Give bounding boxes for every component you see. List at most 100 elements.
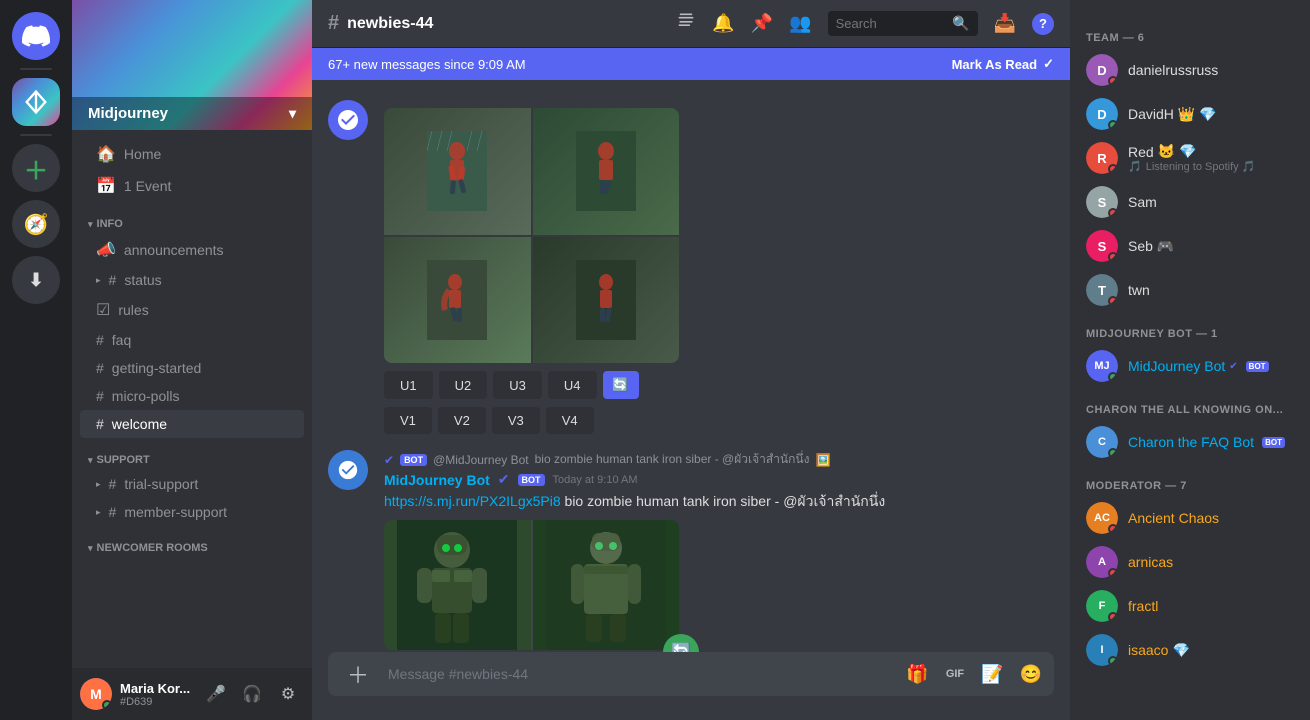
search-input[interactable] xyxy=(836,16,947,31)
message-link[interactable]: https://s.mj.run/PX2ILgx5Pi8 xyxy=(384,493,561,509)
category-charon: CHARON THE ALL KNOWING ON... xyxy=(1078,388,1302,420)
member-info-twn: twn xyxy=(1128,282,1150,298)
member-info-seb: Seb 🎮 xyxy=(1128,238,1174,255)
member-mj-bot[interactable]: MJ MidJourney Bot ✔ BOT xyxy=(1078,344,1302,388)
image-cell-3 xyxy=(384,237,531,364)
bot-avatar-2 xyxy=(328,450,368,490)
v1-button[interactable]: V1 xyxy=(384,407,432,434)
nav-event[interactable]: 📅 1 Event xyxy=(80,170,304,202)
channel-micro-polls[interactable]: # micro-polls xyxy=(80,382,304,410)
section-arrow-info: ▾ xyxy=(88,219,93,230)
v3-button[interactable]: V3 xyxy=(492,407,540,434)
channel-status[interactable]: ▸ # status xyxy=(80,266,304,294)
member-avatar-charon: C xyxy=(1086,426,1118,458)
help-icon[interactable]: ? xyxy=(1032,13,1054,35)
channel-getting-started[interactable]: # getting-started xyxy=(80,354,304,382)
section-support[interactable]: ▾ SUPPORT xyxy=(72,438,312,470)
download-button[interactable]: ⬇ xyxy=(12,256,60,304)
member-danielrussruss[interactable]: D danielrussruss xyxy=(1078,48,1302,92)
u4-button[interactable]: U4 xyxy=(548,371,597,399)
zombie-cell-1 xyxy=(384,520,531,650)
bot-label: BOT xyxy=(400,454,427,466)
header-icons: 🔔 📌 👥 🔍 📥 ? xyxy=(676,11,1054,36)
member-isaaco[interactable]: I isaaco 💎 xyxy=(1078,628,1302,672)
member-name-isaaco: isaaco xyxy=(1128,642,1168,658)
member-sam[interactable]: S Sam xyxy=(1078,180,1302,224)
member-name-danielrussruss: danielrussruss xyxy=(1128,62,1218,78)
channel-trial-support[interactable]: ▸ # trial-support xyxy=(80,470,304,498)
server-name: Midjourney xyxy=(88,105,168,122)
channel-faq[interactable]: # faq xyxy=(80,326,304,354)
mj-bot-tag: BOT xyxy=(1246,361,1269,372)
gift-button[interactable]: 🎁 xyxy=(902,660,932,689)
member-seb[interactable]: S Seb 🎮 xyxy=(1078,224,1302,268)
mark-as-read-button[interactable]: Mark As Read ✓ xyxy=(952,56,1054,72)
member-avatar-danielrussruss: D xyxy=(1086,54,1118,86)
spotify-icon: 🎵 xyxy=(1128,160,1142,173)
midjourney-server-icon[interactable] xyxy=(12,78,60,126)
member-fractl[interactable]: F fractl xyxy=(1078,584,1302,628)
explore-button[interactable]: 🧭 xyxy=(12,200,60,248)
collapse-arrow-trial: ▸ xyxy=(96,479,101,490)
gif-button[interactable]: GIF xyxy=(941,665,969,683)
server-dropdown-icon[interactable]: ▾ xyxy=(289,105,296,122)
member-davidh[interactable]: D DavidH 👑 💎 xyxy=(1078,92,1302,136)
emoji-button[interactable]: 😊 xyxy=(1016,660,1046,689)
section-arrow-newcomer: ▾ xyxy=(88,543,93,554)
server-header[interactable]: Midjourney ▾ xyxy=(72,0,312,130)
hash-icon-status: # xyxy=(109,272,117,288)
member-ancient-chaos[interactable]: AC Ancient Chaos xyxy=(1078,496,1302,540)
u2-button[interactable]: U2 xyxy=(439,371,488,399)
v4-button[interactable]: V4 xyxy=(546,407,594,434)
variation-buttons: V1 V2 V3 V4 xyxy=(384,407,1054,434)
inbox-icon[interactable]: 📥 xyxy=(994,13,1016,34)
announcement-icon: 📣 xyxy=(96,240,116,260)
bot-badge-2: BOT xyxy=(518,474,545,486)
isaaco-badges: 💎 xyxy=(1172,642,1189,659)
refresh-button[interactable]: 🔄 xyxy=(603,371,639,399)
channel-announcements[interactable]: 📣 announcements xyxy=(80,234,304,266)
threads-icon[interactable] xyxy=(676,11,696,36)
add-attachment-button[interactable]: ＋ xyxy=(336,652,380,696)
image-icon: 🖼️ xyxy=(815,453,830,467)
channel-welcome[interactable]: # welcome xyxy=(80,410,304,438)
user-info: Maria Kor... #D639 xyxy=(120,681,192,708)
check-icon-rules: ☑ xyxy=(96,300,110,320)
new-messages-bar[interactable]: 67+ new messages since 9:09 AM Mark As R… xyxy=(312,48,1070,80)
message-text-2: https://s.mj.run/PX2ILgx5Pi8 bio zombie … xyxy=(384,492,1054,512)
member-arnicas[interactable]: A arnicas xyxy=(1078,540,1302,584)
section-newcomer-rooms[interactable]: ▾ NEWCOMER ROOMS xyxy=(72,526,312,558)
member-name-sam: Sam xyxy=(1128,194,1157,210)
u3-button[interactable]: U3 xyxy=(493,371,542,399)
member-twn[interactable]: T twn xyxy=(1078,268,1302,312)
member-name-fractl: fractl xyxy=(1128,598,1158,614)
member-name-davidh: DavidH xyxy=(1128,106,1174,122)
main-chat: # newbies-44 🔔 📌 👥 🔍 📥 ? 67+ new message… xyxy=(312,0,1070,720)
upscale-buttons: U1 U2 U3 U4 🔄 xyxy=(384,371,1054,399)
message-input[interactable] xyxy=(388,654,894,694)
u1-button[interactable]: U1 xyxy=(384,371,433,399)
channel-rules[interactable]: ☑ rules xyxy=(80,294,304,326)
pin-icon[interactable]: 📌 xyxy=(751,13,773,34)
member-red[interactable]: R Red 🐱 💎 🎵 Listening to Spotify 🎵 xyxy=(1078,136,1302,180)
sticker-button[interactable]: 📝 xyxy=(977,660,1007,689)
message-content-2: ✔ BOT @MidJourney Bot bio zombie human t… xyxy=(384,450,1054,650)
user-avatar: M xyxy=(80,678,112,710)
add-server-button[interactable]: ＋ xyxy=(12,144,60,192)
member-info-ancient-chaos: Ancient Chaos xyxy=(1128,510,1219,526)
nav-home[interactable]: 🏠 Home xyxy=(80,138,304,170)
settings-button[interactable]: ⚙ xyxy=(272,678,304,710)
channel-member-support[interactable]: ▸ # member-support xyxy=(80,498,304,526)
v2-button[interactable]: V2 xyxy=(438,407,486,434)
deafen-button[interactable]: 🎧 xyxy=(236,678,268,710)
message-content-1: U1 U2 U3 U4 🔄 V1 V2 V3 V4 xyxy=(384,100,1054,434)
search-bar: 🔍 xyxy=(828,11,978,36)
server-divider-2 xyxy=(20,134,52,136)
member-info-danielrussruss: danielrussruss xyxy=(1128,62,1218,78)
mute-button[interactable]: 🎤 xyxy=(200,678,232,710)
section-info[interactable]: ▾ INFO xyxy=(72,202,312,234)
members-icon[interactable]: 👥 xyxy=(789,13,811,34)
mute-channel-icon[interactable]: 🔔 xyxy=(712,13,734,34)
discord-home-button[interactable] xyxy=(12,12,60,60)
member-charon-bot[interactable]: C Charon the FAQ Bot BOT xyxy=(1078,420,1302,464)
